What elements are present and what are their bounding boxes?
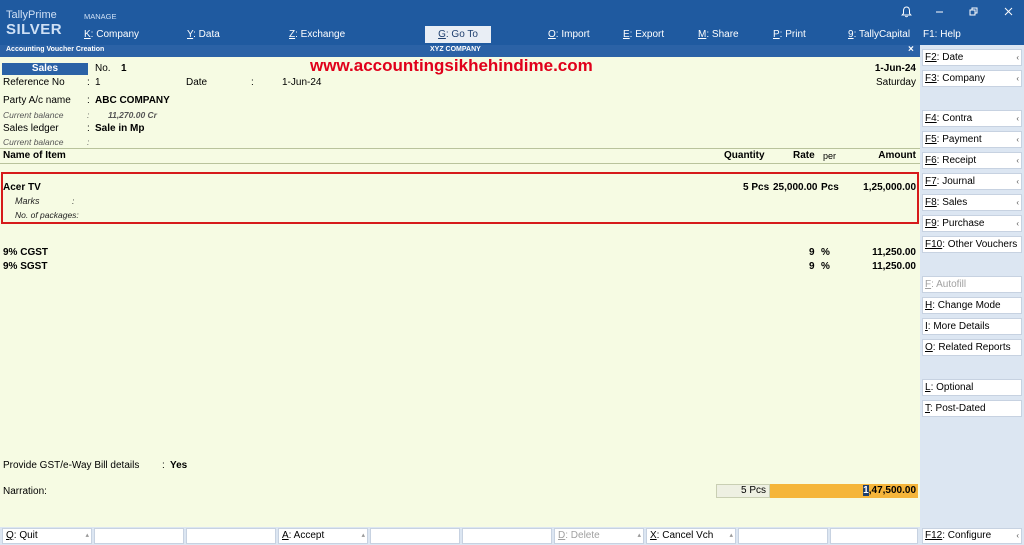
- menu-tallycapital[interactable]: 9: TallyCapital: [848, 29, 910, 40]
- item-rate[interactable]: 25,000.00: [773, 182, 818, 193]
- f8-sales-button[interactable]: F8: Sales ‹: [922, 194, 1022, 211]
- tax-cgst-name[interactable]: 9% CGST: [3, 247, 48, 258]
- col-header-rate: Rate: [793, 150, 815, 161]
- top-menu-bar: TallyPrime SILVER MANAGE K: Company Y: D…: [0, 0, 920, 45]
- post-dated-button[interactable]: T: Post-Dated: [922, 400, 1022, 417]
- gst-details-label: Provide GST/e-Way Bill details: [3, 460, 140, 471]
- reference-label: Reference No: [3, 77, 65, 88]
- change-mode-button[interactable]: H: Change Mode: [922, 297, 1022, 314]
- tax-cgst-amount: 11,250.00: [872, 247, 916, 258]
- menu-data[interactable]: Y: Data: [187, 29, 220, 40]
- date-label: Date: [186, 77, 208, 88]
- minimize-icon[interactable]: [935, 7, 944, 19]
- tax-sgst-name[interactable]: 9% SGST: [3, 261, 47, 272]
- voucher-date-right: 1-Jun-24: [874, 63, 916, 74]
- f7-journal-button[interactable]: F7: Journal ‹: [922, 173, 1022, 190]
- f10-other-vouchers-button[interactable]: F10: Other Vouchers: [922, 236, 1022, 253]
- current-balance-value: 11,270.00 Cr: [108, 110, 157, 120]
- empty-slot: [94, 528, 184, 544]
- party-field[interactable]: ABC COMPANY: [95, 95, 170, 106]
- brand-edition: SILVER: [6, 21, 63, 38]
- empty-slot: [738, 528, 828, 544]
- divider: [0, 163, 920, 164]
- f3-company-button[interactable]: F3: Company ‹: [922, 70, 1022, 87]
- f4-contra-button[interactable]: F4: Contra ‹: [922, 110, 1022, 127]
- f6-receipt-button[interactable]: F6: Receipt ‹: [922, 152, 1022, 169]
- marks-label: Marks: [15, 196, 40, 206]
- brand-name: TallyPrime: [6, 9, 57, 21]
- col-header-per: per: [823, 151, 837, 161]
- sales-ledger-field[interactable]: Sale in Mp: [95, 123, 144, 134]
- menu-import[interactable]: O: Import: [548, 29, 590, 40]
- f2-date-button[interactable]: F2: Date ‹: [922, 49, 1022, 66]
- sales-ledger-label: Sales ledger: [3, 123, 59, 134]
- item-qty[interactable]: 5 Pcs: [743, 182, 769, 193]
- cancel-voucher-button[interactable]: X: Cancel Vch ▴: [646, 528, 736, 544]
- empty-slot: [830, 528, 918, 544]
- menu-share[interactable]: M: Share: [698, 29, 739, 40]
- party-label: Party A/c name: [3, 95, 71, 106]
- related-reports-button[interactable]: O: Related Reports: [922, 339, 1022, 356]
- f5-payment-button[interactable]: F5: Payment ‹: [922, 131, 1022, 148]
- voucher-form: Sales No. 1 www.accountingsikhehindime.c…: [0, 56, 920, 527]
- item-per: Pcs: [821, 182, 839, 193]
- f12-configure-button[interactable]: F12: Configure ‹: [922, 528, 1022, 544]
- voucher-no-label: No.: [95, 63, 111, 74]
- section-label: MANAGE: [84, 12, 117, 21]
- tax-sgst-unit: %: [821, 261, 830, 272]
- tax-cgst-rate: 9: [809, 247, 815, 258]
- voucher-day: Saturday: [875, 77, 916, 88]
- menu-company[interactable]: K: Company: [84, 29, 139, 40]
- screen-title: Accounting Voucher Creation: [6, 46, 105, 53]
- f9-purchase-button[interactable]: F9: Purchase ‹: [922, 215, 1022, 232]
- close-window-icon[interactable]: [1004, 7, 1013, 19]
- menu-export[interactable]: E: Export: [623, 29, 664, 40]
- tax-sgst-amount: 11,250.00: [872, 261, 916, 272]
- highlighted-item-row: [1, 172, 919, 224]
- item-amount[interactable]: 1,25,000.00: [863, 182, 916, 193]
- accept-button[interactable]: A: Accept ▴: [278, 528, 368, 544]
- col-header-item: Name of Item: [3, 150, 66, 161]
- watermark-text: www.accountingsikhehindime.com: [310, 56, 593, 75]
- autofill-button[interactable]: F: Autofill: [922, 276, 1022, 293]
- company-name: XYZ COMPANY: [430, 46, 481, 53]
- tax-sgst-rate: 9: [809, 261, 815, 272]
- empty-slot: [462, 528, 552, 544]
- bottom-button-bar: Q: Quit ▴ A: Accept ▴ D: Delete ▴ X: Cancel…: [0, 527, 920, 545]
- total-amount[interactable]: 1,47,500.00: [770, 484, 918, 498]
- current-balance-2-label: Current balance: [3, 137, 64, 147]
- item-name[interactable]: Acer TV: [3, 182, 41, 193]
- gst-details-value[interactable]: Yes: [170, 460, 187, 471]
- close-voucher-icon[interactable]: ×: [908, 44, 914, 55]
- delete-button[interactable]: D: Delete ▴: [554, 528, 644, 544]
- voucher-no: 1: [121, 63, 127, 74]
- packages-label: No. of packages:: [15, 210, 79, 220]
- divider: [0, 148, 920, 149]
- reference-no-field[interactable]: 1: [95, 77, 101, 88]
- right-button-panel: F2: Date ‹ F3: Company ‹ F4: Contra ‹ F5: P…: [920, 45, 1024, 545]
- voucher-type[interactable]: Sales: [2, 63, 88, 75]
- col-header-qty: Quantity: [724, 150, 765, 161]
- col-header-amount: Amount: [878, 150, 916, 161]
- more-details-button[interactable]: I: More Details: [922, 318, 1022, 335]
- menu-goto[interactable]: G: Go To: [425, 26, 491, 43]
- current-balance-label: Current balance: [3, 110, 64, 120]
- menu-exchange[interactable]: Z: Exchange: [289, 29, 345, 40]
- menu-print[interactable]: P: Print: [773, 29, 806, 40]
- date-field[interactable]: 1-Jun-24: [282, 77, 321, 88]
- narration-label: Narration:: [3, 486, 47, 497]
- restore-icon[interactable]: [969, 7, 978, 19]
- total-quantity: 5 Pcs: [716, 484, 770, 498]
- optional-button[interactable]: L: Optional: [922, 379, 1022, 396]
- help-button[interactable]: F1: Help: [923, 29, 961, 40]
- empty-slot: [186, 528, 276, 544]
- empty-slot: [370, 528, 460, 544]
- tax-cgst-unit: %: [821, 247, 830, 258]
- bell-icon[interactable]: [901, 6, 912, 21]
- quit-button[interactable]: Q: Quit ▴: [2, 528, 92, 544]
